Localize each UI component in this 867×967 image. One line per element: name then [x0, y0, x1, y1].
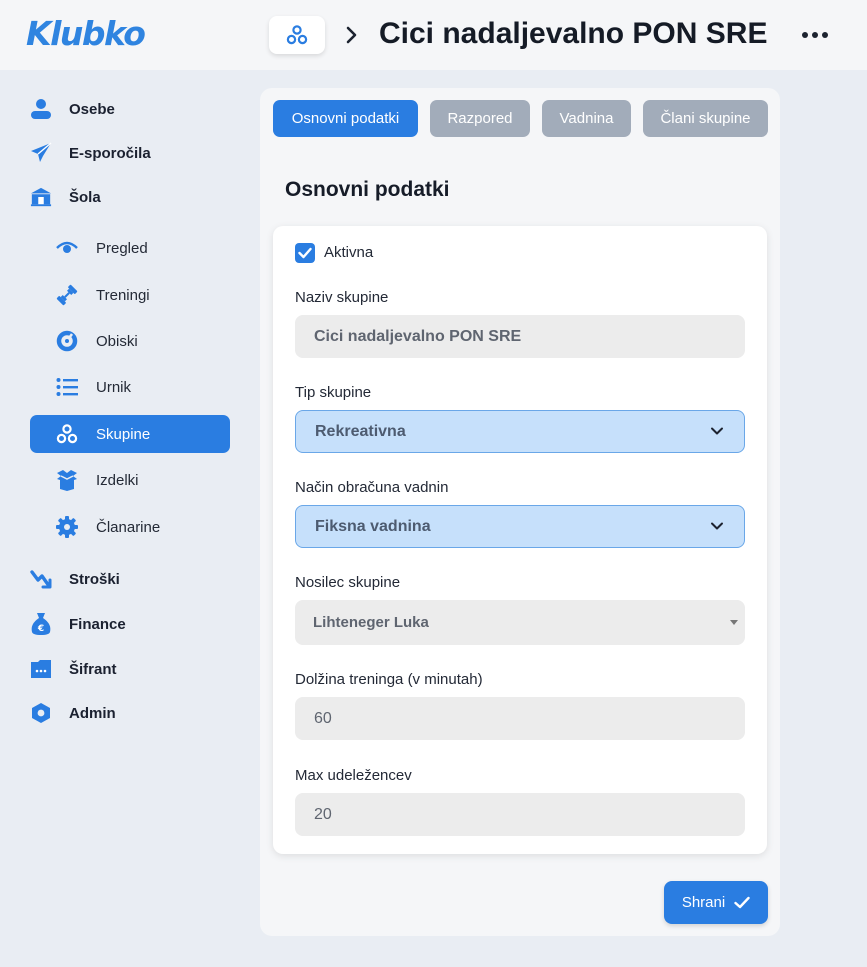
hexagon-icon	[30, 702, 52, 724]
sidebar-item-label: Stroški	[69, 570, 120, 588]
sidebar-item-stroski[interactable]: Stroški	[30, 560, 230, 598]
sidebar-item-sola[interactable]: Šola	[30, 178, 230, 216]
max-participants-value: 20	[314, 805, 332, 823]
sidebar-item-label: Finance	[69, 615, 126, 633]
sidebar-subitem-skupine[interactable]: Skupine	[30, 415, 230, 453]
save-button[interactable]: Shrani	[664, 881, 768, 924]
sidebar: Osebe E-sporočila Šola Pregled Treningi …	[0, 70, 250, 967]
holder-field-label: Nosilec skupine	[295, 574, 401, 591]
gauge-icon	[56, 330, 78, 352]
sidebar-item-label: E-sporočila	[69, 144, 151, 162]
billing-field-label: Način obračuna vadnin	[295, 479, 449, 496]
billing-select[interactable]: Fiksna vadnina	[295, 505, 745, 548]
name-field[interactable]: Cici nadaljevalno PON SRE	[295, 315, 745, 358]
holder-select-value: Lihteneger Luka	[313, 614, 429, 631]
active-checkbox-label[interactable]: Aktivna	[324, 244, 373, 261]
sidebar-item-label: Šola	[69, 188, 101, 206]
sidebar-item-admin[interactable]: Admin	[30, 694, 230, 732]
tab-razpored[interactable]: Razpored	[430, 100, 530, 137]
sidebar-subitem-pregled[interactable]: Pregled	[30, 229, 230, 267]
paper-plane-icon	[30, 142, 52, 164]
chevron-down-icon	[711, 427, 723, 435]
tab-clani-skupine[interactable]: Člani skupine	[643, 100, 768, 137]
sidebar-subitem-clanarine[interactable]: Članarine	[30, 508, 230, 546]
sidebar-item-label: Pregled	[96, 239, 148, 257]
form-card: Aktivna Naziv skupine Cici nadaljevalno …	[273, 226, 767, 854]
max-participants-field[interactable]: 20	[295, 793, 745, 836]
main-panel: Osnovni podatki Razpored Vadnina Člani s…	[260, 88, 780, 936]
save-button-label: Shrani	[681, 894, 726, 911]
group-icon	[56, 423, 78, 445]
user-icon	[30, 98, 52, 120]
sidebar-item-sifrant[interactable]: Šifrant	[30, 650, 230, 688]
eye-icon	[56, 237, 78, 259]
check-icon	[734, 896, 750, 909]
list-icon	[56, 376, 78, 398]
group-icon-button[interactable]	[269, 16, 325, 54]
duration-field[interactable]: 60	[295, 697, 745, 740]
sidebar-subitem-izdelki[interactable]: Izdelki	[30, 461, 230, 499]
tab-osnovni-podatki[interactable]: Osnovni podatki	[273, 100, 418, 137]
duration-field-label: Dolžina treninga (v minutah)	[295, 671, 483, 688]
app-header: Klubko Cici nadaljevalno PON SRE	[0, 0, 867, 70]
sidebar-subitem-obiski[interactable]: Obiski	[30, 322, 230, 360]
dumbbell-icon	[56, 284, 78, 306]
caret-down-icon	[730, 620, 738, 625]
type-select[interactable]: Rekreativna	[295, 410, 745, 453]
group-icon	[286, 25, 308, 45]
holder-select[interactable]: Lihteneger Luka	[295, 600, 745, 645]
sidebar-item-label: Urnik	[96, 378, 132, 396]
name-field-value: Cici nadaljevalno PON SRE	[314, 327, 522, 345]
type-select-value: Rekreativna	[315, 422, 406, 440]
sidebar-item-label: Obiski	[96, 332, 138, 350]
more-icon	[802, 32, 808, 38]
sidebar-item-label: Osebe	[69, 100, 115, 118]
money-bag-icon: €	[30, 613, 52, 635]
sidebar-item-label: Treningi	[96, 286, 150, 304]
check-icon	[298, 247, 312, 259]
sidebar-item-label: Članarine	[96, 518, 161, 536]
sidebar-subitem-urnik[interactable]: Urnik	[30, 368, 230, 406]
code-folder-icon	[30, 658, 52, 680]
app-logo[interactable]: Klubko	[26, 14, 146, 53]
svg-text:€: €	[37, 624, 44, 634]
more-options-button[interactable]	[798, 22, 832, 48]
school-icon	[30, 186, 52, 208]
active-checkbox[interactable]	[295, 243, 315, 263]
breadcrumb-chevron-icon	[343, 21, 361, 49]
tab-vadnina[interactable]: Vadnina	[542, 100, 631, 137]
section-title: Osnovni podatki	[285, 178, 450, 201]
sidebar-subitem-treningi[interactable]: Treningi	[30, 276, 230, 314]
sidebar-item-label: Šifrant	[69, 660, 117, 678]
max-field-label: Max udeležencev	[295, 767, 412, 784]
type-field-label: Tip skupine	[295, 384, 372, 401]
sidebar-item-label: Skupine	[96, 425, 151, 443]
trend-icon	[30, 568, 52, 590]
sidebar-item-osebe[interactable]: Osebe	[30, 90, 230, 128]
name-field-label: Naziv skupine	[295, 289, 389, 306]
duration-field-value: 60	[314, 709, 332, 727]
sidebar-item-finance[interactable]: € Finance	[30, 605, 230, 643]
gear-icon	[56, 516, 78, 538]
sidebar-item-e-sporocila[interactable]: E-sporočila	[30, 134, 230, 172]
sidebar-item-label: Izdelki	[96, 471, 139, 489]
page-title: Cici nadaljevalno PON SRE	[379, 17, 768, 50]
sidebar-item-label: Admin	[69, 704, 116, 722]
billing-select-value: Fiksna vadnina	[315, 517, 431, 535]
box-icon	[56, 469, 78, 491]
chevron-down-icon	[711, 522, 723, 530]
